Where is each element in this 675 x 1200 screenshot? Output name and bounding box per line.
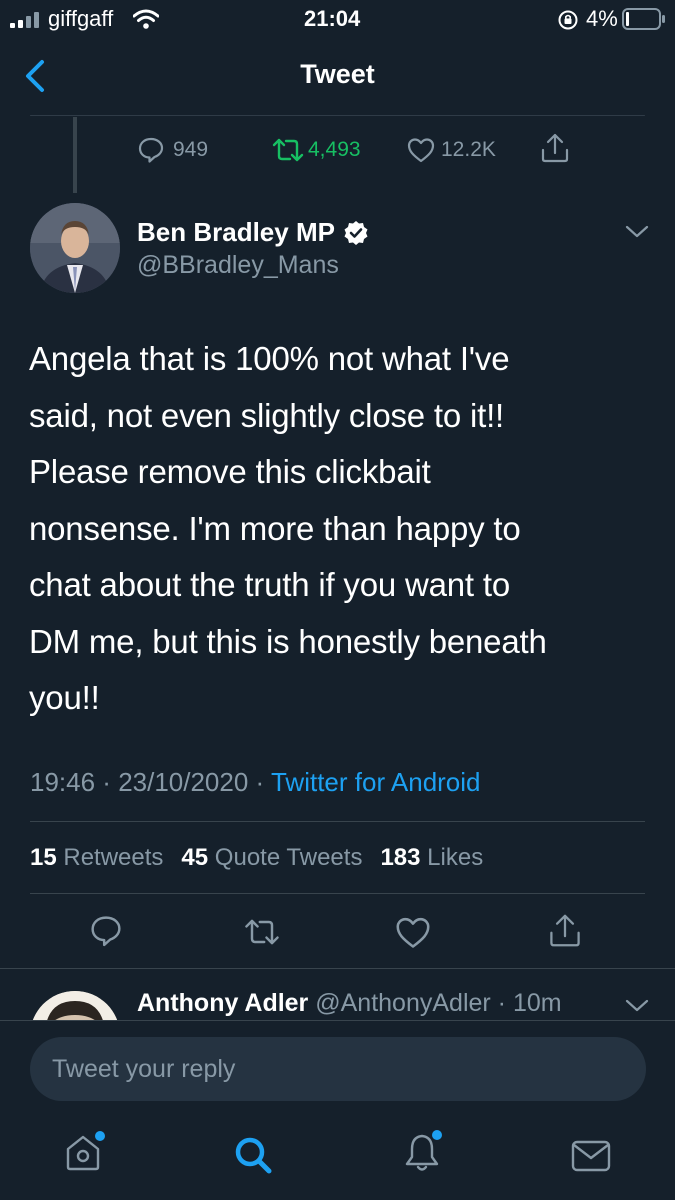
retweet-icon [272, 138, 304, 162]
reply-avatar [30, 991, 120, 1020]
likes-label: Likes [427, 844, 484, 871]
profile-photo [30, 203, 120, 293]
tweet-text-line: you!! [29, 679, 100, 716]
parent-like-count: 12.2K [441, 138, 496, 161]
share-icon [550, 914, 580, 947]
mail-icon [571, 1140, 611, 1172]
tweet-meta: 19:46 · 23/10/2020 · Twitter for Android [30, 767, 481, 797]
header-shadow [30, 115, 645, 116]
reply-icon [91, 916, 121, 947]
tweet-time: 19:46 [30, 767, 96, 797]
tab-home[interactable] [62, 1129, 108, 1175]
bottom-panel: Tweet your reply [0, 1020, 675, 1200]
parent-retweet-count: 4,493 [308, 138, 361, 161]
verified-badge-icon [343, 220, 369, 246]
bell-icon [405, 1130, 442, 1171]
author-name: Ben Bradley MP [137, 217, 369, 248]
reply-author-name: Anthony Adler [137, 989, 309, 1017]
tweet-text-line: nonsense. I'm more than happy to [29, 509, 521, 547]
reply-menu-button[interactable] [624, 996, 650, 1014]
tweet-text-line: Please remove this clickbait [29, 453, 431, 490]
chevron-down-icon [625, 225, 649, 238]
reply-composer[interactable]: Tweet your reply [30, 1037, 646, 1101]
page-title: Tweet [300, 59, 375, 89]
reply-header: Anthony Adler @AnthonyAdler · 10m [137, 989, 562, 1017]
tab-notifications[interactable] [402, 1127, 448, 1175]
likes-stat[interactable]: 183 Likes [380, 844, 483, 872]
search-icon [235, 1137, 272, 1174]
divider [30, 893, 645, 894]
share-icon [541, 133, 569, 163]
carrier-name: giffgaff [48, 6, 114, 31]
author-handle: @BBradley_Mans [137, 251, 339, 279]
battery-percent: 4% [586, 6, 618, 31]
retweet-icon [245, 919, 279, 945]
avatar[interactable] [30, 203, 120, 293]
reply-age: 10m [512, 989, 562, 1017]
heart-icon [407, 138, 435, 163]
like-button[interactable] [395, 916, 431, 949]
reply-composer-placeholder: Tweet your reply [52, 1054, 236, 1083]
parent-retweet-button[interactable]: 4,493 [270, 133, 361, 167]
tweet-text-line: said, not even slightly close to it!! [29, 396, 505, 434]
reply-preview[interactable]: Anthony Adler @AnthonyAdler · 10m [0, 969, 675, 1020]
tab-search[interactable] [232, 1134, 274, 1176]
battery-icon [622, 8, 666, 30]
signal-icon [10, 12, 44, 28]
thread-line [73, 117, 77, 193]
tweet-text: Angela that is 100% not what I've said, … [29, 331, 659, 727]
status-bar: giffgaff 21:04 4% [0, 0, 675, 40]
share-button[interactable] [548, 912, 582, 949]
quotes-label: Quote Tweets [214, 844, 363, 871]
author-name-text: Ben Bradley MP [137, 217, 335, 247]
retweets-count: 15 [30, 844, 57, 871]
tweet-source-link[interactable]: Twitter for Android [271, 767, 481, 797]
tweet-text-line: Angela that is 100% not what I've [29, 340, 510, 377]
tab-messages[interactable] [570, 1139, 612, 1173]
heart-icon [396, 917, 430, 948]
likes-count: 183 [380, 844, 421, 871]
orientation-lock-icon [557, 9, 579, 31]
retweets-label: Retweets [63, 844, 164, 871]
parent-like-button[interactable]: 12.2K [407, 133, 496, 167]
tweet-text-line: DM me, but this is honestly beneath [29, 622, 547, 660]
reply-icon [138, 137, 164, 163]
clock: 21:04 [304, 6, 361, 31]
wifi-icon [133, 9, 159, 29]
quotes-stat[interactable]: 45 Quote Tweets [181, 844, 362, 872]
divider [30, 821, 645, 822]
parent-share-button[interactable] [540, 132, 570, 164]
reply-author-handle: @AnthonyAdler [315, 989, 491, 1017]
quotes-count: 45 [181, 844, 209, 871]
reply-button[interactable] [89, 914, 123, 948]
tweet-date: 23/10/2020 [118, 767, 249, 797]
retweets-stat[interactable]: 15 Retweets [30, 844, 163, 872]
home-icon [66, 1131, 105, 1171]
parent-reply-count: 949 [173, 138, 209, 161]
parent-reply-button[interactable]: 949 [137, 133, 208, 167]
tweet-menu-button[interactable] [624, 222, 650, 240]
retweet-button[interactable] [242, 916, 282, 948]
reply-profile-photo [30, 991, 120, 1020]
chevron-down-icon [625, 999, 649, 1012]
tweet-stats: 15 Retweets 45 Quote Tweets 183 Likes [30, 844, 483, 872]
tweet-text-line: chat about the truth if you want to [29, 566, 510, 603]
